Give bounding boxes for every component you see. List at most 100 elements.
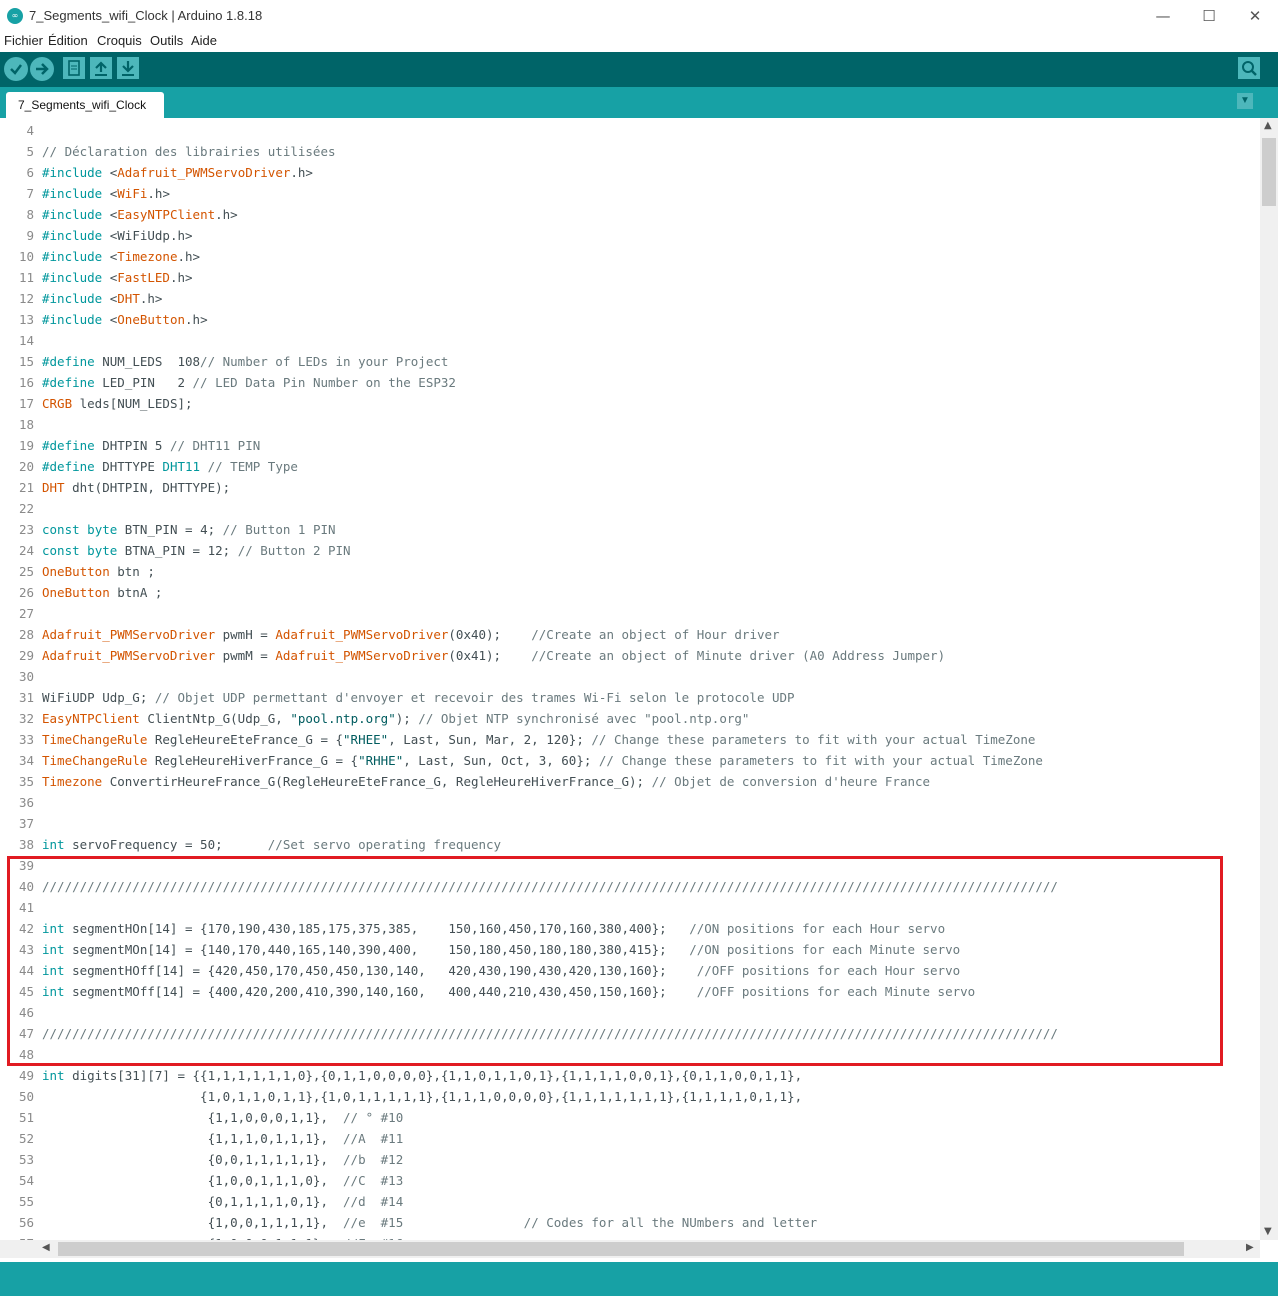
vertical-scrollbar[interactable] xyxy=(1260,118,1278,1240)
verify-icon[interactable] xyxy=(4,57,28,81)
menu-croquis[interactable]: Croquis xyxy=(97,33,142,48)
code-line: 6 #include <Adafruit_PWMServoDriver.h> xyxy=(0,162,1260,183)
line-code: const byte BTN_PIN = 4; // Button 1 PIN xyxy=(42,519,336,540)
line-number: 7 xyxy=(26,186,34,201)
line-number: 30 xyxy=(18,669,34,684)
line-number: 19 xyxy=(18,438,34,453)
line-number: 14 xyxy=(18,333,34,348)
code-token: BTN_PIN = 4; xyxy=(117,522,223,537)
code-line: 14 xyxy=(0,330,1260,351)
line-number: 39 xyxy=(18,858,34,873)
code-line: 28 Adafruit_PWMServoDriver pwmH = Adafrui… xyxy=(0,624,1260,645)
line-number: 32 xyxy=(18,711,34,726)
code-line: 10 #include <Timezone.h> xyxy=(0,246,1260,267)
menu-aide[interactable]: Aide xyxy=(191,33,217,48)
tab-sketch[interactable]: 7_Segments_wifi_Clock xyxy=(6,92,164,118)
line-number: 55 xyxy=(18,1194,34,1209)
maximize-button[interactable]: ☐ xyxy=(1186,0,1232,32)
line-number: 34 xyxy=(18,753,34,768)
close-button[interactable]: ✕ xyxy=(1232,0,1278,32)
code-token: OneButton xyxy=(42,564,110,579)
code-token: {0,1,1,1,1,0,1}, xyxy=(42,1194,344,1209)
code-token: #include xyxy=(42,207,103,222)
code-token: //d #14 xyxy=(343,1194,404,1209)
line-code: Adafruit_PWMServoDriver pwmH = Adafruit_… xyxy=(42,624,780,645)
code-token: TimeChangeRule xyxy=(42,732,148,747)
vertical-scroll-thumb[interactable] xyxy=(1262,138,1276,206)
menu-edition[interactable]: Édition xyxy=(48,33,88,48)
line-number: 35 xyxy=(18,774,34,789)
open-icon[interactable] xyxy=(90,57,112,79)
line-number: 9 xyxy=(26,228,34,243)
code-line: 24 const byte BTNA_PIN = 12; // Button 2 … xyxy=(0,540,1260,561)
line-code: Adafruit_PWMServoDriver pwmM = Adafruit_… xyxy=(42,645,945,666)
line-number: 51 xyxy=(18,1110,34,1125)
line-number: 16 xyxy=(18,375,34,390)
toolbar xyxy=(0,52,1278,87)
code-line: 11 #include <FastLED.h> xyxy=(0,267,1260,288)
code-editor[interactable]: 4 5// Déclaration des librairies utilisée… xyxy=(0,118,1260,1240)
code-line: 23 const byte BTN_PIN = 4; // Button 1 PI… xyxy=(0,519,1260,540)
line-code: #include <Timezone.h> xyxy=(42,246,200,267)
line-number: 28 xyxy=(18,627,34,642)
line-code: #include <Adafruit_PWMServoDriver.h> xyxy=(42,162,313,183)
line-number: 31 xyxy=(18,690,34,705)
scroll-up-arrow-icon[interactable]: ▲ xyxy=(1264,120,1272,131)
code-token: < xyxy=(102,270,118,285)
scroll-down-arrow-icon[interactable]: ▼ xyxy=(1264,1226,1272,1237)
code-token: int xyxy=(42,837,65,852)
code-token: segmentMOff[14] = {400,420,200,410,390,1… xyxy=(64,984,697,999)
new-icon[interactable] xyxy=(63,57,85,79)
line-number: 43 xyxy=(18,942,34,957)
scroll-left-arrow-icon[interactable]: ◀ xyxy=(42,1242,50,1253)
menu-outils[interactable]: Outils xyxy=(150,33,183,48)
code-line: 33 TimeChangeRule RegleHeureEteFrance_G =… xyxy=(0,729,1260,750)
line-number: 27 xyxy=(18,606,34,621)
code-line: 13 #include <OneButton.h> xyxy=(0,309,1260,330)
line-code: #include <EasyNTPClient.h> xyxy=(42,204,238,225)
code-token: EasyNTPClient xyxy=(42,711,140,726)
code-line: 42 int segmentHOn[14] = {170,190,430,185,… xyxy=(0,918,1260,939)
code-line: 26 OneButton btnA ; xyxy=(0,582,1260,603)
tab-menu-chevron-down-icon[interactable]: ▼ xyxy=(1237,93,1253,109)
code-token: DHTTYPE xyxy=(94,459,163,474)
code-token: , Last, Sun, Oct, 3, 60}; xyxy=(403,753,599,768)
line-number: 46 xyxy=(18,1005,34,1020)
code-token: btn ; xyxy=(109,564,155,579)
line-number: 36 xyxy=(18,795,34,810)
code-token: RegleHeureHiverFrance_G = { xyxy=(147,753,359,768)
code-token: Adafruit_PWMServoDriver xyxy=(42,627,216,642)
code-line: 47 //////////////////////////////////////… xyxy=(0,1023,1260,1044)
code-token: {1,0,1,1,0,1,1},{1,0,1,1,1,1,1},{1,1,1,0… xyxy=(42,1089,803,1104)
code-token: < xyxy=(102,207,118,222)
line-number: 22 xyxy=(18,501,34,516)
line-code: int digits[31][7] = {{1,1,1,1,1,1,0},{0,… xyxy=(42,1065,802,1086)
code-lines: 4 5// Déclaration des librairies utilisée… xyxy=(0,120,1260,1240)
minimize-button[interactable]: — xyxy=(1140,0,1186,32)
code-token: Adafruit_PWMServoDriver xyxy=(42,648,216,663)
code-token: //ON positions for each Hour servo xyxy=(689,921,946,936)
horizontal-scroll-thumb[interactable] xyxy=(58,1242,1184,1256)
code-line: 12 #include <DHT.h> xyxy=(0,288,1260,309)
code-line: 41 xyxy=(0,897,1260,918)
line-number: 23 xyxy=(18,522,34,537)
code-line: 5 // Déclaration des librairies utilisées xyxy=(0,141,1260,162)
menu-fichier[interactable]: Fichier xyxy=(4,33,43,48)
code-token: //Create an object of Hour driver xyxy=(531,627,780,642)
line-number: 24 xyxy=(18,543,34,558)
line-number: 41 xyxy=(18,900,34,915)
line-number: 13 xyxy=(18,312,34,327)
upload-icon[interactable] xyxy=(30,57,54,81)
code-line: 56 {1,0,0,1,1,1,1}, //e #15 // Codes for… xyxy=(0,1212,1260,1233)
code-token: < xyxy=(102,249,118,264)
code-line: 16 #define LED_PIN 2 // LED Data Pin Numb… xyxy=(0,372,1260,393)
code-token: pwmM = xyxy=(215,648,276,663)
line-code: {1,0,0,0,1,1,1}, //F #16 xyxy=(42,1233,404,1240)
code-token: ClientNtp_G(Udp_G, xyxy=(139,711,291,726)
save-icon[interactable] xyxy=(117,57,139,79)
code-token: CRGB xyxy=(42,396,73,411)
scroll-right-arrow-icon[interactable]: ▶ xyxy=(1246,1242,1254,1253)
code-line: 20 #define DHTTYPE DHT11 // TEMP Type xyxy=(0,456,1260,477)
line-code: int segmentMOff[14] = {400,420,200,410,3… xyxy=(42,981,975,1002)
serial-monitor-icon[interactable] xyxy=(1238,57,1260,79)
